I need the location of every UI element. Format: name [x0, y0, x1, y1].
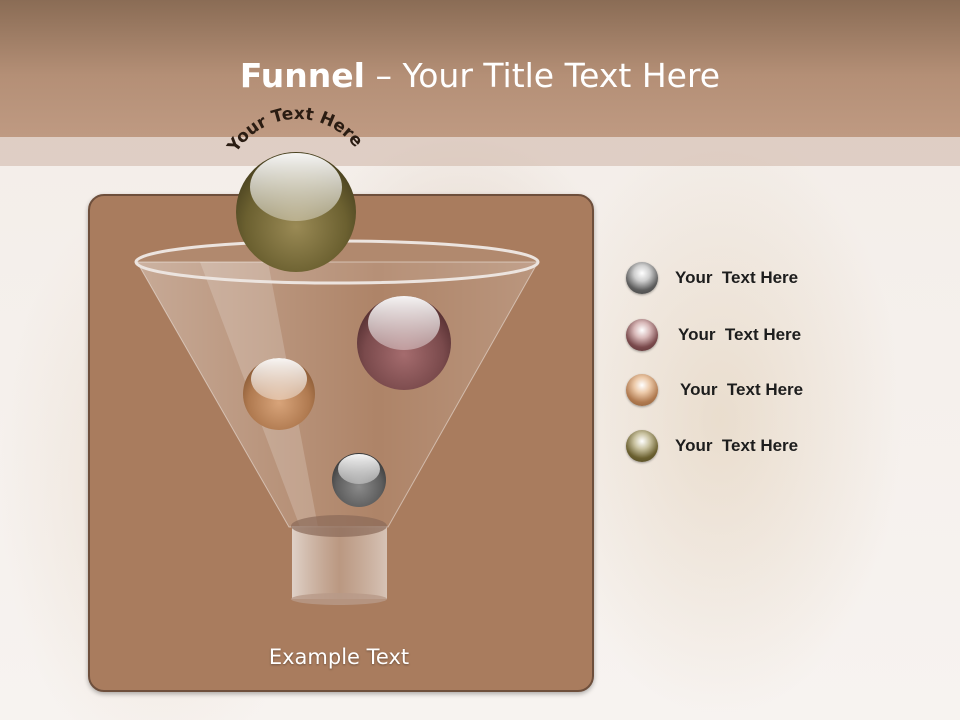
legend-ball-gray [626, 262, 658, 294]
legend-item: Your Text Here [620, 374, 880, 414]
funnel-spout-top [291, 515, 387, 537]
legend-item: Your Text Here [620, 319, 880, 359]
legend-item: Your Text Here [620, 430, 880, 470]
legend-label: Your Text Here [678, 325, 802, 344]
example-text: Example Text [268, 645, 410, 669]
legend-label: Your Text Here [675, 436, 799, 455]
ball-gray [332, 453, 386, 507]
legend-label: Your Text Here [680, 380, 804, 399]
legend-ball-orange [626, 374, 658, 406]
legend-ball-maroon [626, 319, 658, 351]
ball-olive [236, 152, 356, 272]
legend: Your Text Here Your Text Here Your Text … [620, 262, 880, 472]
legend-label: Your Text Here [675, 268, 799, 287]
funnel-spout-bottom [291, 593, 387, 605]
legend-item: Your Text Here [620, 262, 880, 302]
legend-ball-olive [626, 430, 658, 462]
ball-maroon [357, 296, 451, 390]
funnel-arc-label: Your Text Here [223, 104, 367, 157]
ball-orange [243, 358, 315, 430]
